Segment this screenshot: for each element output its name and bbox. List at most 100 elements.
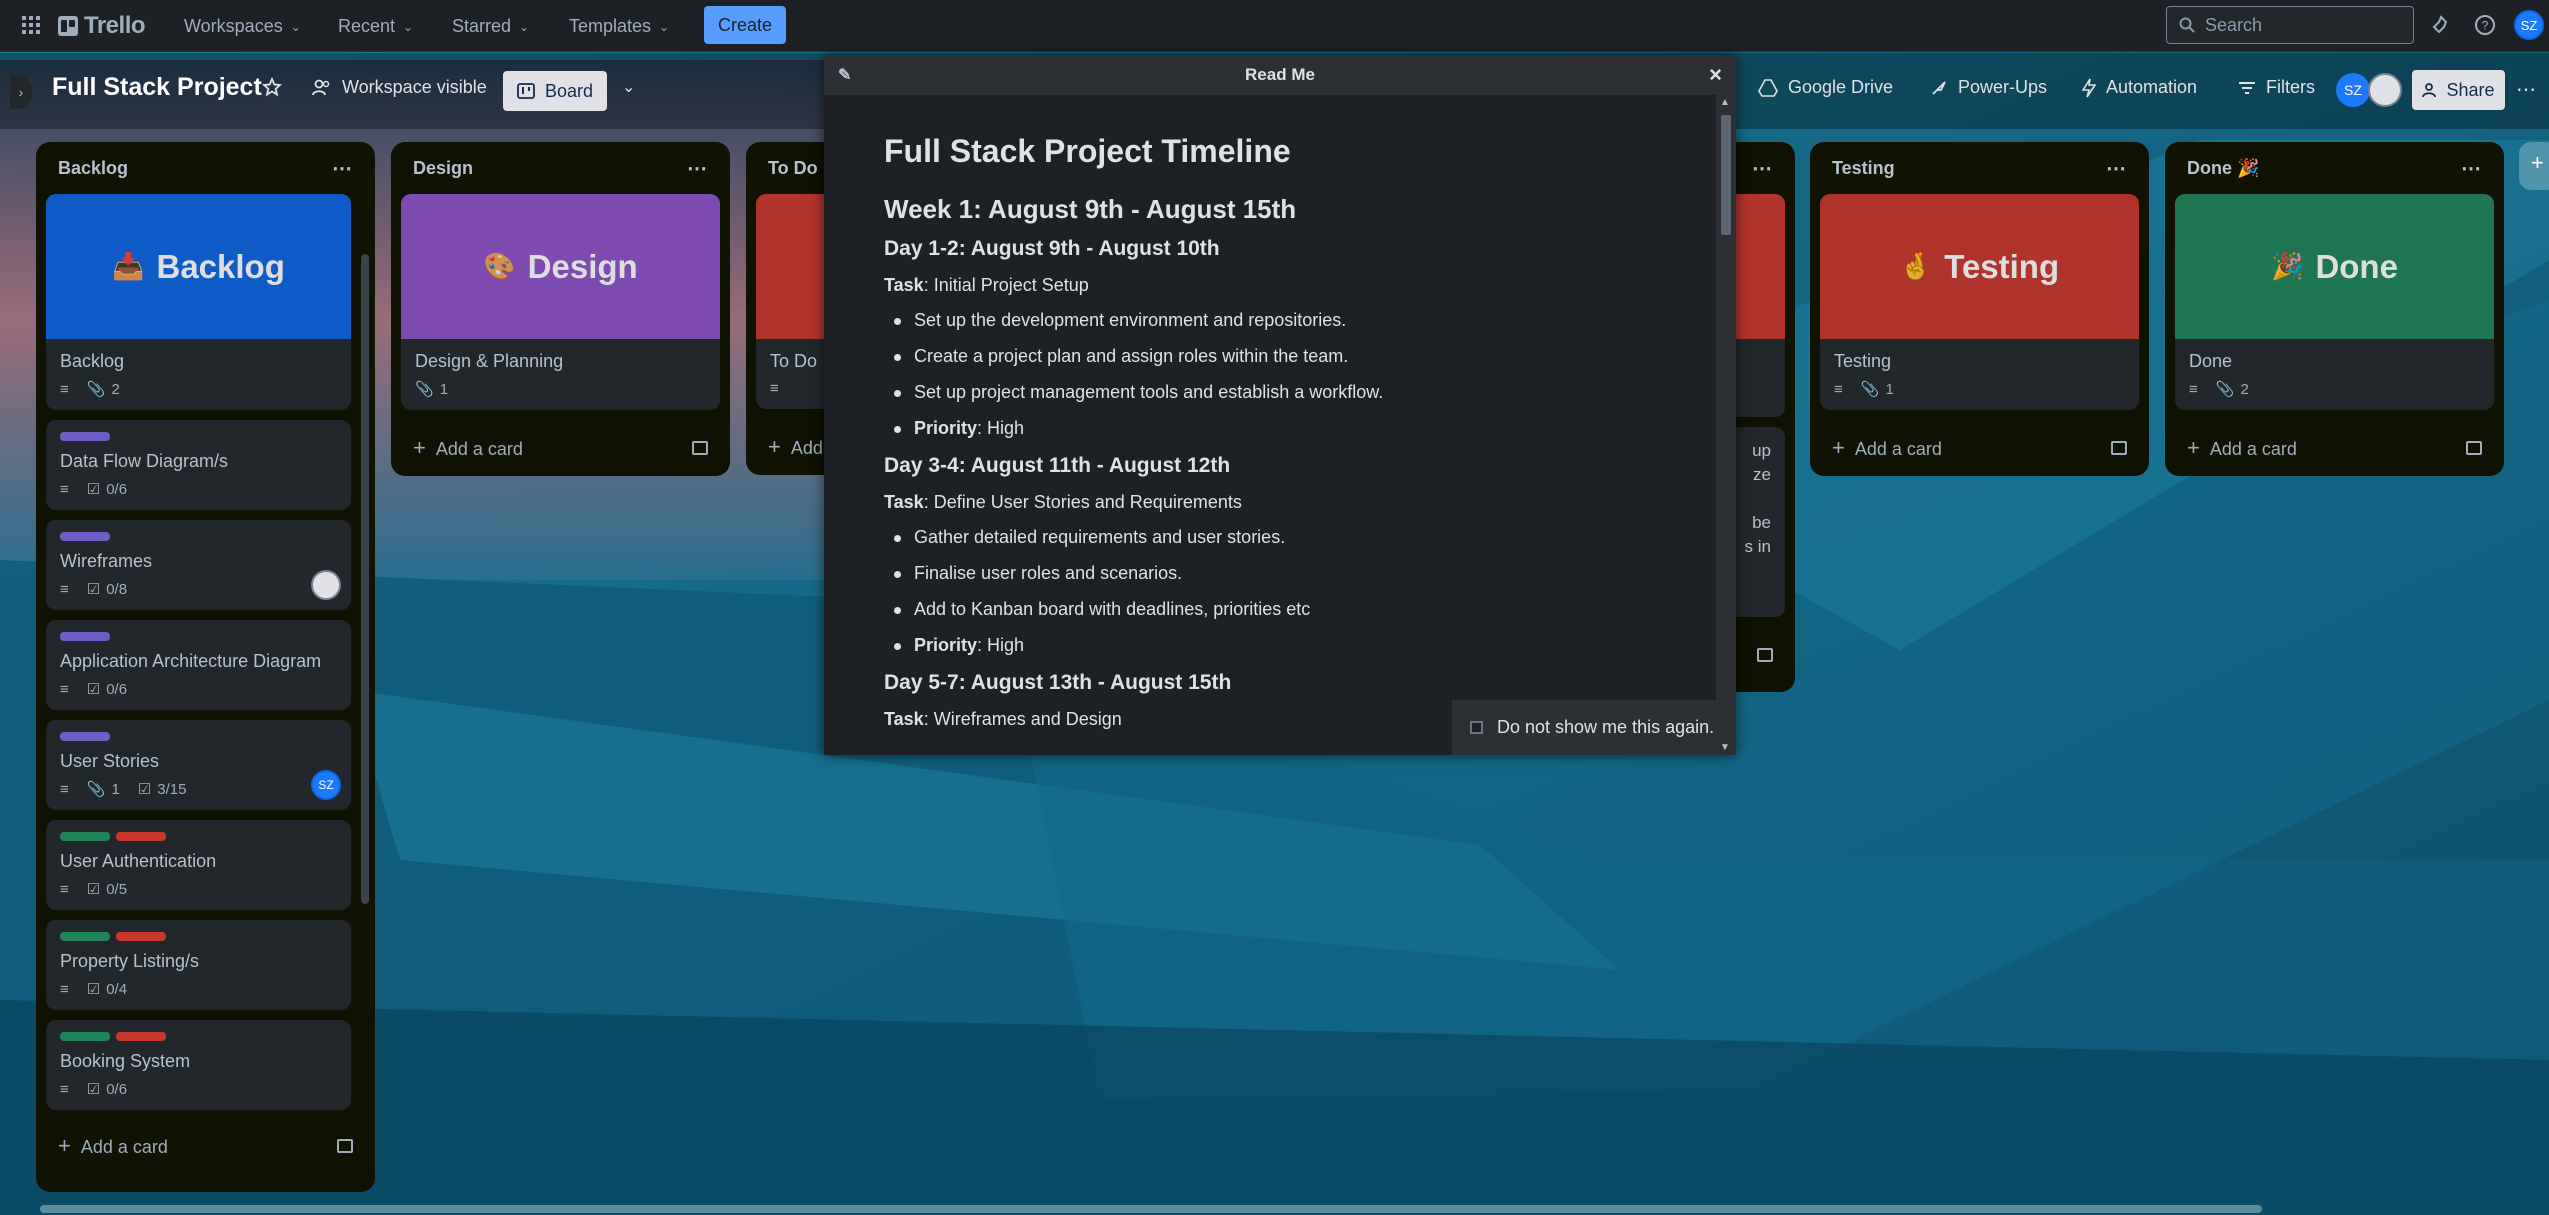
card-design-planning[interactable]: 🎨 Design Design & Planning 📎 1 xyxy=(401,194,720,410)
list-menu-icon[interactable]: ⋯ xyxy=(687,156,708,181)
google-drive-button[interactable]: Google Drive xyxy=(1758,77,1893,98)
board-title[interactable]: Full Stack Project xyxy=(52,73,262,102)
task-item: Set up the development environment and r… xyxy=(884,310,1656,331)
checklist-badge: ☑ 0/5 xyxy=(87,880,127,899)
scroll-down-arrow-icon[interactable]: ▼ xyxy=(1720,742,1730,753)
add-card-button[interactable]: + Add a card xyxy=(2165,420,2504,476)
visibility-button[interactable]: Workspace visible xyxy=(312,77,487,98)
notifications-icon[interactable] xyxy=(2428,12,2454,38)
view-switcher-chevron-icon[interactable]: ⌄ xyxy=(622,77,635,97)
card-done[interactable]: 🎉 Done Done ≡ 📎 2 xyxy=(2175,194,2494,410)
scroll-up-arrow-icon[interactable]: ▲ xyxy=(1720,97,1730,108)
list-menu-icon[interactable]: ⋯ xyxy=(2461,156,2482,181)
dont-show-checkbox[interactable] xyxy=(1470,721,1483,734)
board-horizontal-scrollbar[interactable] xyxy=(0,1203,2549,1215)
templates-menu[interactable]: Templates ⌄ xyxy=(569,12,669,40)
card-template-icon[interactable] xyxy=(2111,441,2127,455)
share-button[interactable]: Share xyxy=(2412,70,2505,110)
list-header[interactable]: Done 🎉 ⋯ xyxy=(2165,142,2504,194)
card-template-icon[interactable] xyxy=(692,441,708,455)
sidebar-toggle-icon[interactable]: › xyxy=(10,75,32,109)
plus-icon: + xyxy=(413,435,426,460)
filters-button[interactable]: Filters xyxy=(2238,77,2315,98)
account-avatar[interactable]: SZ xyxy=(2514,10,2544,40)
scrollbar-thumb[interactable] xyxy=(1721,115,1731,235)
member-avatar[interactable]: SZ xyxy=(311,770,341,800)
star-icon[interactable] xyxy=(262,77,282,97)
scrollbar-thumb[interactable] xyxy=(40,1205,2262,1213)
member-avatar-photo[interactable] xyxy=(2368,73,2402,107)
add-card-button[interactable]: + Add a card xyxy=(1810,420,2149,476)
pencil-edit-icon[interactable]: ✎ xyxy=(838,65,851,85)
close-icon[interactable]: × xyxy=(1709,62,1722,88)
card-testing[interactable]: 🤞 Testing Testing ≡ 📎 1 xyxy=(1820,194,2139,410)
svg-text:?: ? xyxy=(2482,19,2489,33)
list-header[interactable]: Design ⋯ xyxy=(391,142,730,194)
checkbox-icon: ☑ xyxy=(137,781,152,798)
power-ups-label: Power-Ups xyxy=(1958,77,2048,97)
create-button[interactable]: Create xyxy=(704,6,786,44)
card-template-icon[interactable] xyxy=(1757,648,1773,662)
label-red xyxy=(116,832,166,841)
card-user-auth[interactable]: User Authentication ≡ ☑ 0/5 xyxy=(46,820,351,910)
label-red xyxy=(116,1032,166,1041)
search-input[interactable]: Search xyxy=(2166,6,2414,44)
trello-logo[interactable]: Trello xyxy=(58,12,146,40)
add-card-button[interactable]: + Add a card xyxy=(36,1118,375,1174)
card-property-listing[interactable]: Property Listing/s ≡ ☑ 0/4 xyxy=(46,920,351,1010)
more-menu-icon[interactable]: ⋯ xyxy=(2516,77,2536,102)
card-backlog[interactable]: 📥 Backlog Backlog ≡ 📎 2 xyxy=(46,194,351,410)
plus-icon: + xyxy=(1832,435,1845,460)
task-list: Gather detailed requirements and user st… xyxy=(884,527,1656,656)
task-text: : Define User Stories and Requirements xyxy=(923,492,1242,512)
card-data-flow[interactable]: Data Flow Diagram/s ≡ ☑ 0/6 xyxy=(46,420,351,510)
people-icon xyxy=(312,79,330,95)
dont-show-again-option[interactable]: Do not show me this again. xyxy=(1452,700,1716,755)
recent-menu[interactable]: Recent ⌄ xyxy=(338,12,413,40)
member-avatar-photo[interactable] xyxy=(311,570,341,600)
help-icon[interactable]: ? xyxy=(2472,12,2498,38)
task-item: Create a project plan and assign roles w… xyxy=(884,346,1656,367)
label-green xyxy=(60,832,110,841)
starred-menu[interactable]: Starred ⌄ xyxy=(452,12,529,40)
checklist-badge: ☑ 3/15 xyxy=(137,780,187,799)
label-green xyxy=(60,1032,110,1041)
card-user-stories[interactable]: User Stories ≡ 📎 1 ☑ 3/15 SZ xyxy=(46,720,351,810)
list-scrollbar[interactable] xyxy=(361,254,369,904)
checklist-count: 3/15 xyxy=(157,780,187,798)
chevron-down-icon: ⌄ xyxy=(519,20,530,34)
card-booking-system[interactable]: Booking System ≡ ☑ 0/6 xyxy=(46,1020,351,1110)
list-header[interactable]: Testing ⋯ xyxy=(1810,142,2149,194)
add-card-button[interactable]: + Add a card xyxy=(391,420,730,476)
cover-text: Design xyxy=(527,247,638,285)
list-menu-icon[interactable]: ⋯ xyxy=(1752,156,1773,181)
board-view-button[interactable]: Board xyxy=(503,71,607,111)
automation-button[interactable]: Automation xyxy=(2082,77,2197,98)
priority-value: : High xyxy=(977,418,1025,438)
member-avatar[interactable]: SZ xyxy=(2336,73,2370,107)
card-template-icon[interactable] xyxy=(337,1139,353,1153)
description-icon: ≡ xyxy=(2189,380,2198,398)
power-ups-button[interactable]: Power-Ups xyxy=(1930,77,2047,98)
attachment-badge: 📎 2 xyxy=(2215,380,2249,399)
list-menu-icon[interactable]: ⋯ xyxy=(332,156,353,181)
add-list-button[interactable]: + xyxy=(2519,142,2549,190)
label-purple xyxy=(60,532,110,541)
list-cards: 📥 Backlog Backlog ≡ 📎 2 Data Flow Diagram… xyxy=(36,194,375,1118)
description-icon: ≡ xyxy=(60,880,69,898)
modal-scrollbar[interactable]: ▲ ▼ xyxy=(1716,95,1736,755)
paperclip-icon: 📎 xyxy=(86,381,106,398)
visibility-label: Workspace visible xyxy=(342,77,487,97)
app-switcher-icon[interactable] xyxy=(20,14,42,36)
card-template-icon[interactable] xyxy=(2466,441,2482,455)
list-header[interactable]: Backlog ⋯ xyxy=(36,142,375,194)
paperclip-icon: 📎 xyxy=(2215,381,2235,398)
card-title: Testing xyxy=(1834,351,1892,371)
filter-icon xyxy=(2239,81,2255,94)
list-menu-icon[interactable]: ⋯ xyxy=(2106,156,2127,181)
workspaces-menu[interactable]: Workspaces ⌄ xyxy=(184,12,301,40)
card-wireframes[interactable]: Wireframes ≡ ☑ 0/8 xyxy=(46,520,351,610)
party-popper-emoji-icon: 🎉 xyxy=(2271,251,2304,281)
card-architecture[interactable]: Application Architecture Diagram ≡ ☑ 0/6 xyxy=(46,620,351,710)
priority-item: Priority: High xyxy=(884,635,1656,656)
